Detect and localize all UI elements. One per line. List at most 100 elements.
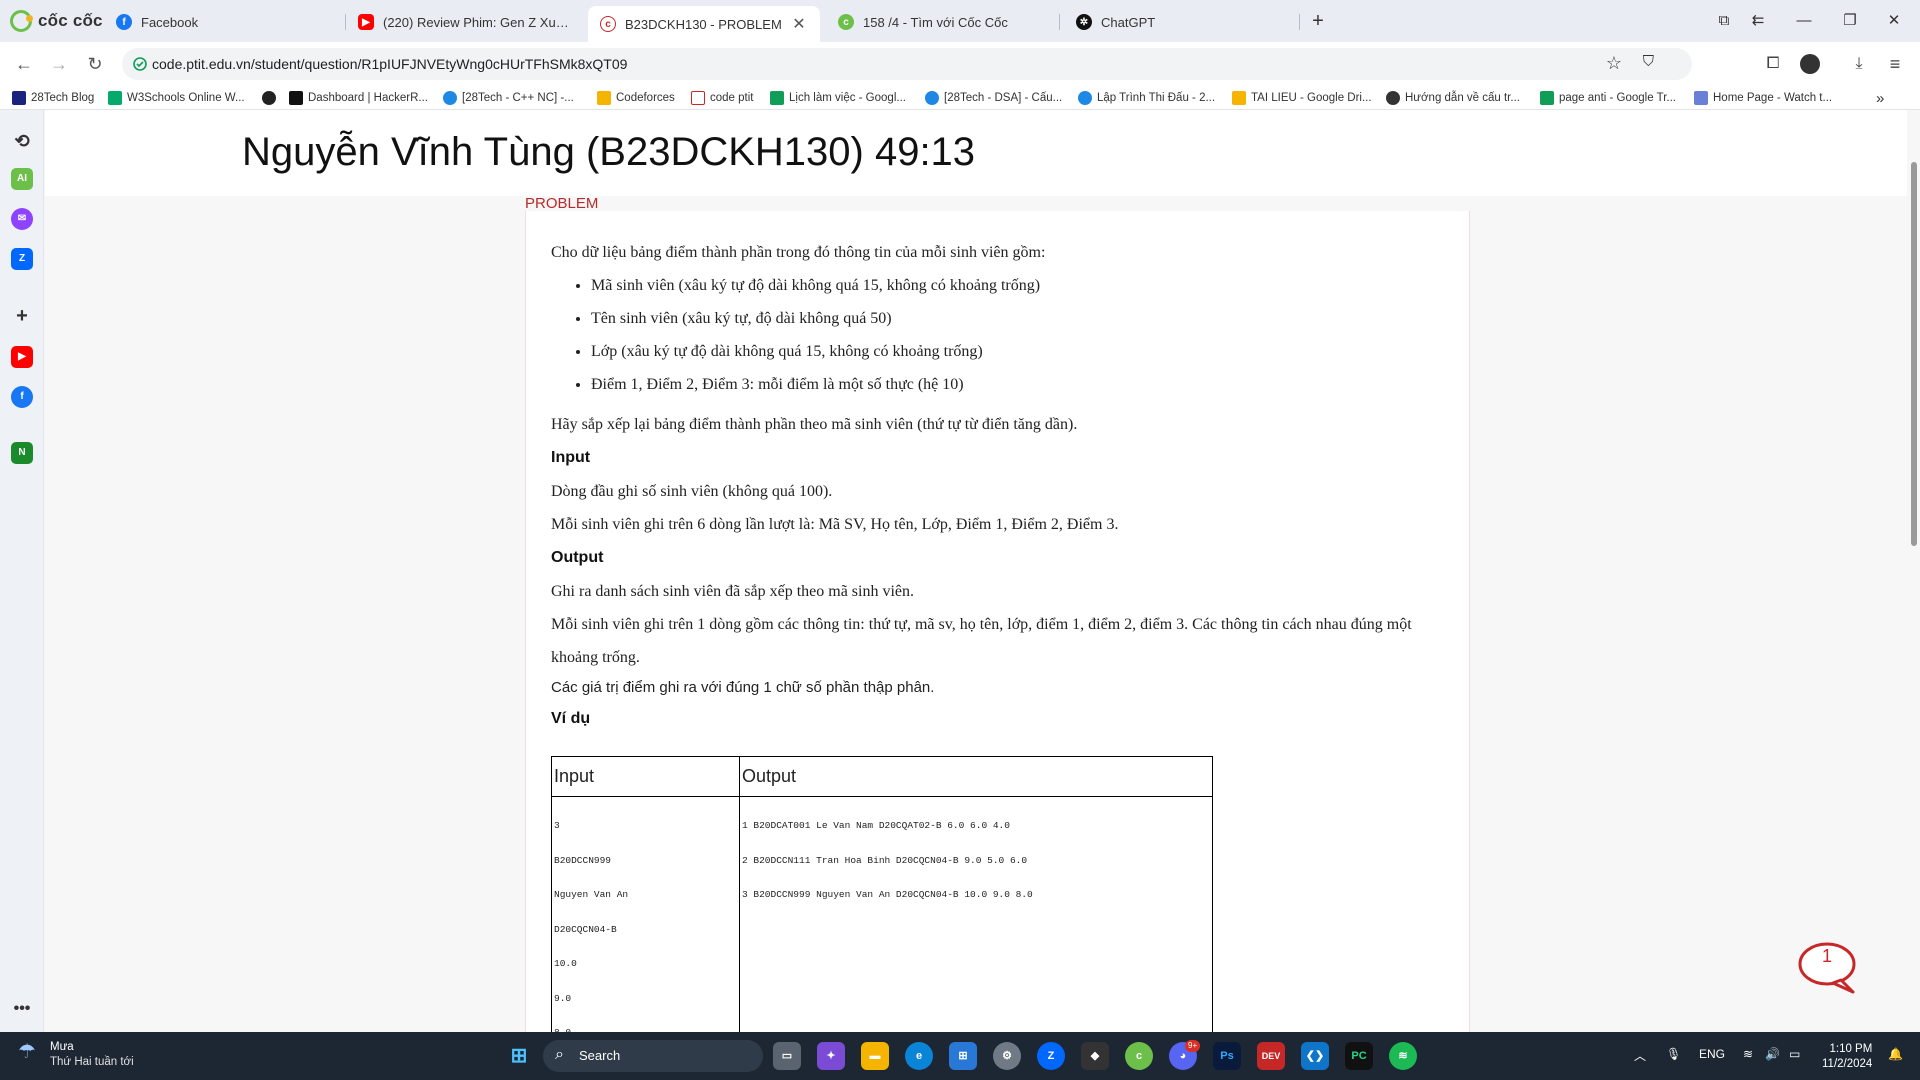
bookmark-item[interactable]: Lập Trình Thi Đấu - 2... [1078, 89, 1215, 107]
close-window-icon[interactable]: ✕ [1880, 9, 1908, 33]
list-item: Tên sinh viên (xâu ký tự, độ dài không q… [591, 302, 1421, 335]
add-sidebar-icon[interactable]: + [11, 305, 33, 327]
notification-bell-icon[interactable]: 🔔 [1888, 1047, 1903, 1061]
chat-bubble-icon[interactable]: 1 [1797, 940, 1859, 994]
devcpp-icon[interactable]: DEV [1257, 1042, 1285, 1070]
spotify-icon[interactable]: ≋ [1389, 1042, 1417, 1070]
discord-badge: 9+ [1185, 1040, 1201, 1052]
ai-assistant-icon[interactable]: AI [11, 168, 33, 190]
app-shortcut-icon[interactable]: N [11, 442, 33, 464]
tab-chatgpt[interactable]: ✲ ChatGPT [1064, 6, 1298, 38]
bookmark-item[interactable]: 28Tech Blog [12, 89, 94, 107]
list-item: Điểm 1, Điểm 2, Điểm 3: mỗi điểm là một … [591, 368, 1421, 401]
site-info-icon[interactable] [132, 56, 148, 72]
bookmark-item[interactable]: Dashboard | HackerR... [289, 89, 428, 107]
history-icon[interactable]: ⟲ [11, 130, 33, 152]
w3schools-icon [108, 91, 122, 105]
tab-youtube[interactable]: ▶ (220) Review Phim: Gen Z Xuyên K [346, 6, 582, 38]
new-tab-button[interactable]: + [1304, 9, 1332, 33]
bookmark-item[interactable]: Home Page - Watch t... [1694, 89, 1832, 107]
tab-label: Facebook [141, 14, 199, 30]
reload-icon[interactable]: ↻ [82, 51, 108, 77]
file-explorer-icon[interactable]: ▬ [861, 1042, 889, 1070]
search-icon: ⌕ [555, 1046, 564, 1063]
more-bookmarks-icon[interactable]: » [1876, 89, 1884, 107]
vscode-icon[interactable]: ❮❯ [1301, 1042, 1329, 1070]
adblock-shield-icon[interactable]: ⛉ [1643, 53, 1654, 70]
tab-facebook[interactable]: f Facebook [104, 6, 344, 38]
coccoc-icon[interactable]: c [1125, 1042, 1153, 1070]
close-tab-icon[interactable]: ✕ [790, 14, 808, 34]
example-output-line: 1 B20DCAT001 Le Van Nam D20CQAT02-B 6.0 … [742, 820, 1010, 831]
messenger-icon[interactable]: ✉ [11, 208, 33, 230]
tab-problem[interactable]: c B23DCKH130 - PROBLEM ✕ [588, 6, 820, 42]
bookmark-item[interactable]: [28Tech - C++ NC] -... [443, 89, 574, 107]
tab-search-icon[interactable]: ⇇ [1744, 9, 1772, 33]
url-text[interactable]: code.ptit.edu.vn/student/question/R1pIUF… [152, 56, 627, 72]
problem-statement: Cho dữ liệu bảng điểm thành phần trong đ… [551, 236, 1421, 736]
youtube-icon[interactable]: ▶ [11, 346, 33, 368]
zalo-icon[interactable]: Z [11, 248, 33, 270]
weather-subtitle: Thứ Hai tuần tới [50, 1056, 134, 1068]
weather-widget[interactable]: ☂ Mưa Thứ Hai tuần tới [18, 1040, 134, 1070]
tray-overflow-icon[interactable]: ︿ [1634, 1047, 1646, 1064]
input-heading: Input [551, 449, 591, 466]
unity-icon[interactable]: ◆ [1081, 1042, 1109, 1070]
edge-icon[interactable]: e [905, 1042, 933, 1070]
bookmark-item[interactable]: Lịch làm việc - Googl... [770, 89, 906, 107]
address-bar[interactable]: code.ptit.edu.vn/student/question/R1pIUF… [122, 48, 1692, 80]
browser-brand[interactable]: cốc cốc [10, 8, 103, 34]
example-output-cell: 1 B20DCAT001 Le Van Nam D20CQAT02-B 6.0 … [739, 796, 1213, 1032]
bookmark-item[interactable]: page anti - Google Tr... [1540, 89, 1676, 107]
download-icon[interactable]: ⤓ [1848, 53, 1870, 75]
brand-label: cốc cốc [38, 11, 103, 30]
system-clock[interactable]: 1:10 PM 11/2/2024 [1822, 1042, 1872, 1072]
profile-avatar[interactable] [1800, 54, 1820, 74]
task-view-icon[interactable]: ▭ [773, 1042, 801, 1070]
example-output-header: Output [739, 756, 1213, 797]
minimize-icon[interactable]: — [1790, 9, 1818, 33]
back-icon[interactable]: ← [11, 51, 37, 77]
onedrive-icon [925, 91, 939, 105]
microsoft-store-icon[interactable]: ⊞ [949, 1042, 977, 1070]
bookmark-item[interactable]: Codeforces [597, 89, 675, 107]
volume-icon[interactable]: 🔊 [1765, 1047, 1780, 1061]
language-indicator[interactable]: ENG [1699, 1047, 1725, 1061]
bookmark-item[interactable]: W3Schools Online W... [108, 89, 245, 107]
forward-icon[interactable]: → [46, 51, 72, 77]
bookmark-item[interactable]: TAI LIEU - Google Dri... [1232, 89, 1372, 107]
battery-icon[interactable]: ▭ [1789, 1047, 1800, 1061]
windows-start-icon[interactable]: ⊞ [505, 1042, 533, 1070]
photoshop-icon[interactable]: Ps [1213, 1042, 1241, 1070]
extensions-icon[interactable]: ⧠ [1762, 53, 1784, 75]
input-line: Mỗi sinh viên ghi trên 6 dòng lần lượt l… [551, 516, 1119, 533]
tab-label: (220) Review Phim: Gen Z Xuyên K [383, 14, 570, 30]
scrollbar-thumb[interactable] [1911, 162, 1917, 546]
tab-label: B23DCKH130 - PROBLEM [625, 16, 782, 32]
wifi-icon[interactable]: ≋ [1743, 1047, 1753, 1061]
microphone-icon[interactable]: 🎙 [1666, 1047, 1681, 1061]
settings-icon[interactable]: ⚙ [993, 1042, 1021, 1070]
zalo-icon[interactable]: Z [1037, 1042, 1065, 1070]
chatgpt-icon: ✲ [1076, 14, 1092, 30]
example-output-line: 3 B20DCCN999 Nguyen Van An D20CQCN04-B 1… [742, 889, 1033, 900]
page-scrollbar[interactable] [1908, 110, 1920, 1032]
bookmark-item[interactable]: [28Tech - DSA] - Cấu... [925, 89, 1062, 107]
more-options-icon[interactable]: ••• [11, 998, 33, 1020]
page-content: Nguyễn Vĩnh Tùng (B23DCKH130) 49:13 PROB… [45, 110, 1907, 1032]
fields-list: Mã sinh viên (xâu ký tự độ dài không quá… [591, 269, 1421, 401]
codeforces-icon [597, 91, 611, 105]
bookmark-item[interactable]: code ptit [691, 89, 753, 107]
tab-coccoc-search[interactable]: c 158 /4 - Tìm với Cốc Cốc [826, 6, 1056, 38]
copilot-icon[interactable]: ✦ [817, 1042, 845, 1070]
menu-icon[interactable]: ≡ [1884, 53, 1906, 75]
screenshot-icon[interactable]: ⧉ [1710, 9, 1738, 33]
bookmark-item[interactable]: Hướng dẫn về cấu tr... [1386, 89, 1520, 107]
restore-icon[interactable]: ❐ [1836, 9, 1864, 33]
search-label: Search [579, 1048, 621, 1063]
pycharm-icon[interactable]: PC [1345, 1042, 1373, 1070]
facebook-icon[interactable]: f [11, 386, 33, 408]
taskbar-search[interactable]: ⌕ Search [543, 1040, 763, 1072]
bookmark-item[interactable] [262, 89, 281, 107]
bookmark-star-icon[interactable]: ☆ [1606, 53, 1622, 74]
